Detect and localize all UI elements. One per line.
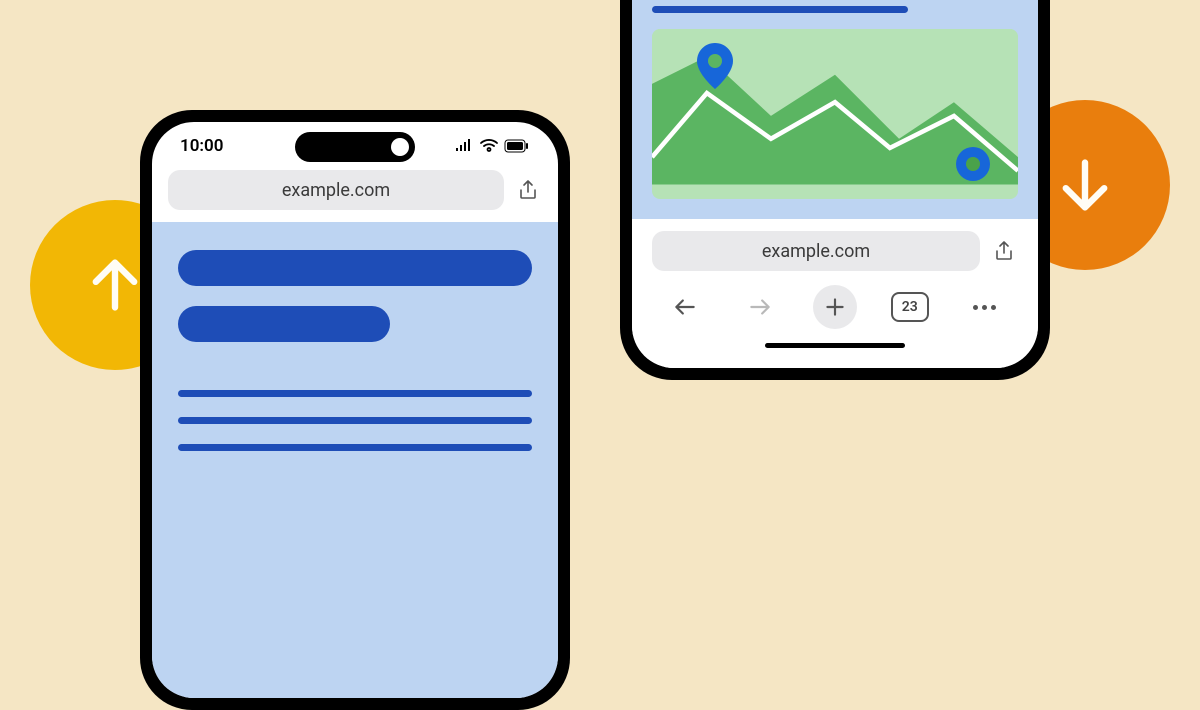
page-content (152, 222, 558, 698)
share-button[interactable] (990, 237, 1018, 265)
share-icon (992, 239, 1016, 263)
tabs-button[interactable]: 23 (888, 285, 932, 329)
phone-mockup-top-addressbar: 10:00 example.com (140, 110, 570, 710)
tabs-count: 23 (902, 299, 918, 315)
nav-buttons: 23 (648, 281, 1022, 329)
address-bar[interactable]: example.com (168, 170, 504, 210)
more-icon (973, 305, 996, 310)
status-time: 10:00 (180, 136, 223, 156)
status-indicators (454, 139, 530, 153)
page-content (632, 0, 1038, 219)
map-placeholder (652, 29, 1018, 199)
status-bar: 10:00 (152, 122, 558, 164)
menu-button[interactable] (963, 285, 1007, 329)
cellular-icon (454, 139, 474, 153)
share-button[interactable] (514, 176, 542, 204)
content-placeholder-line (178, 417, 532, 424)
arrow-right-icon (747, 294, 773, 320)
address-bar-row: example.com (152, 164, 558, 222)
content-placeholder-line (178, 250, 532, 286)
content-placeholder-line (178, 444, 532, 451)
back-button[interactable] (663, 285, 707, 329)
map-location-dot-icon (956, 147, 990, 181)
content-placeholder-line (652, 6, 908, 13)
address-bar[interactable]: example.com (652, 231, 980, 271)
share-icon (516, 178, 540, 202)
bottom-toolbar: example.com (632, 219, 1038, 368)
home-indicator (765, 343, 905, 348)
address-url: example.com (762, 241, 870, 262)
phone-mockup-bottom-addressbar: example.com (620, 0, 1050, 380)
battery-icon (504, 139, 530, 153)
wifi-icon (480, 139, 498, 153)
arrow-left-icon (672, 294, 698, 320)
forward-button[interactable] (738, 285, 782, 329)
map-pin-icon (697, 43, 733, 89)
address-url: example.com (282, 180, 390, 201)
arrow-down-icon (1045, 145, 1125, 225)
content-placeholder-line (178, 306, 390, 342)
new-tab-button[interactable] (813, 285, 857, 329)
plus-icon (822, 294, 848, 320)
tabs-count-badge: 23 (891, 292, 929, 322)
content-placeholder-line (178, 390, 532, 397)
